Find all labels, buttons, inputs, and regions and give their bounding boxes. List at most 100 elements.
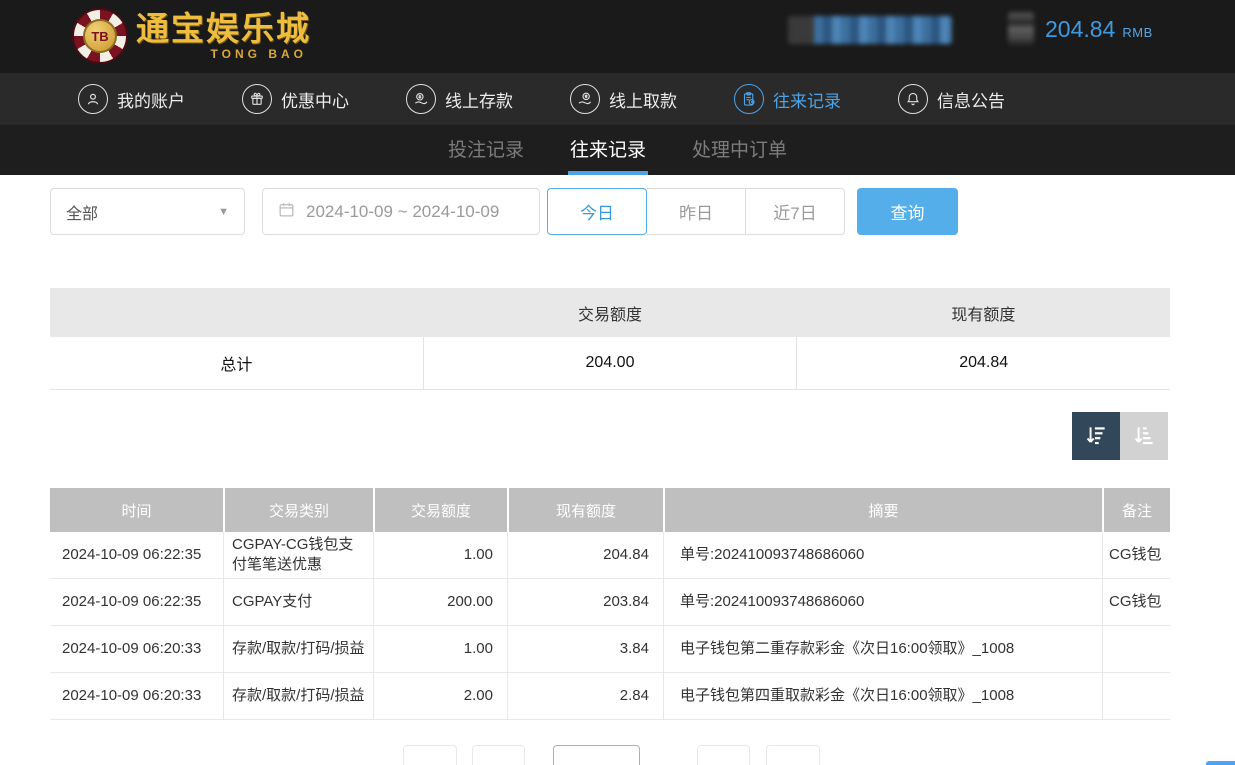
cell-balance: 204.84 <box>507 532 663 578</box>
yesterday-button[interactable]: 昨日 <box>647 188 746 235</box>
cell-time: 2024-10-09 06:20:33 <box>50 626 223 672</box>
records-header-row: 时间 交易类别 交易额度 现有额度 摘要 备注 <box>50 488 1170 532</box>
nav-item-transaction-records[interactable]: 往来记录 <box>734 84 841 114</box>
pagination-button[interactable] <box>403 745 457 765</box>
cell-summary: 电子钱包第四重取款彩金《次日16:00领取》_1008 <box>663 673 1102 719</box>
user-icon <box>78 84 108 114</box>
balance-currency: RMB <box>1122 25 1152 40</box>
sub-nav: 投注记录 往来记录 处理中订单 <box>0 125 1235 175</box>
cell-amount: 1.00 <box>373 626 507 672</box>
summary-header-transaction-amount: 交易额度 <box>423 288 796 337</box>
nav-label: 线上取款 <box>609 87 677 112</box>
page: TB 通宝娱乐城 TONG BAO 204.84 RMB 我的账户 <box>0 0 1235 765</box>
summary-total-row: 总计 204.00 204.84 <box>50 337 1170 390</box>
cell-note <box>1102 673 1170 719</box>
content-area: 全部 ▼ 2024-10-09 ~ 2024-10-09 今日 昨日 近7日 查… <box>0 175 1235 765</box>
tab-processing-orders[interactable]: 处理中订单 <box>690 125 789 175</box>
logo-title: 通宝娱乐城 <box>136 12 311 45</box>
cell-summary: 单号:202410093748686060 <box>663 579 1102 625</box>
pagination-button[interactable] <box>472 745 525 765</box>
nav-label: 我的账户 <box>117 87 185 112</box>
table-row: 2024-10-09 06:20:33 存款/取款/打码/损益 1.00 3.8… <box>50 626 1170 673</box>
nav-label: 往来记录 <box>773 87 841 112</box>
cell-note: CG钱包 <box>1102 532 1170 578</box>
summary-total-label: 总计 <box>50 337 423 389</box>
cell-time: 2024-10-09 06:22:35 <box>50 579 223 625</box>
cell-summary: 电子钱包第二重存款彩金《次日16:00领取》_1008 <box>663 626 1102 672</box>
nav-label: 信息公告 <box>937 87 1005 112</box>
date-range-picker[interactable]: 2024-10-09 ~ 2024-10-09 <box>262 188 540 235</box>
table-row: 2024-10-09 06:22:35 CGPAY支付 200.00 203.8… <box>50 579 1170 626</box>
cell-amount: 200.00 <box>373 579 507 625</box>
col-header-amount: 交易额度 <box>373 488 507 532</box>
cell-balance: 2.84 <box>507 673 663 719</box>
cell-amount: 1.00 <box>373 532 507 578</box>
summary-header-current-amount: 现有额度 <box>797 288 1170 337</box>
nav-item-announcements[interactable]: 信息公告 <box>898 84 1005 114</box>
account-balance: 204.84 RMB <box>1045 16 1153 43</box>
cell-time: 2024-10-09 06:22:35 <box>50 532 223 578</box>
cell-category: 存款/取款/打码/损益 <box>223 626 373 672</box>
nav-label: 优惠中心 <box>281 87 349 112</box>
col-header-balance: 现有额度 <box>507 488 663 532</box>
chevron-down-icon: ▼ <box>218 206 229 218</box>
date-range-value: 2024-10-09 ~ 2024-10-09 <box>306 202 499 222</box>
wallet-icon-redacted <box>1008 12 1034 45</box>
pagination-button[interactable] <box>697 745 750 765</box>
records-table: 时间 交易类别 交易额度 现有额度 摘要 备注 2024-10-09 06:22… <box>50 488 1170 720</box>
table-row: 2024-10-09 06:20:33 存款/取款/打码/损益 2.00 2.8… <box>50 673 1170 720</box>
summary-header-empty <box>50 288 423 337</box>
nav-item-online-deposit[interactable]: 线上存款 <box>406 84 513 114</box>
top-header: TB 通宝娱乐城 TONG BAO 204.84 RMB <box>0 0 1235 73</box>
nav-label: 线上存款 <box>445 87 513 112</box>
cell-time: 2024-10-09 06:20:33 <box>50 673 223 719</box>
nav-item-promotions[interactable]: 优惠中心 <box>242 84 349 114</box>
cell-category: 存款/取款/打码/损益 <box>223 673 373 719</box>
username-redacted[interactable] <box>788 16 952 44</box>
col-header-summary: 摘要 <box>663 488 1102 532</box>
last-7-days-button[interactable]: 近7日 <box>746 188 845 235</box>
pagination-button[interactable] <box>766 745 820 765</box>
poker-chip-icon: TB <box>72 8 128 64</box>
nav-item-my-account[interactable]: 我的账户 <box>78 84 185 114</box>
search-button[interactable]: 查询 <box>857 188 958 235</box>
cell-summary: 单号:202410093748686060 <box>663 532 1102 578</box>
sort-ascending-button[interactable] <box>1120 412 1168 460</box>
pagination-current-page[interactable] <box>553 745 640 765</box>
col-header-note: 备注 <box>1102 488 1170 532</box>
type-select-value: 全部 <box>66 200 218 224</box>
cell-category: CGPAY支付 <box>223 579 373 625</box>
deposit-icon <box>406 84 436 114</box>
type-select[interactable]: 全部 ▼ <box>50 188 245 235</box>
sort-controls <box>1072 412 1168 460</box>
main-nav: 我的账户 优惠中心 线上存款 <box>0 73 1235 125</box>
floating-widget-cutoff[interactable] <box>1206 761 1235 765</box>
col-header-category: 交易类别 <box>223 488 373 532</box>
tab-betting-records[interactable]: 投注记录 <box>446 125 526 175</box>
cell-amount: 2.00 <box>373 673 507 719</box>
summary-table: 交易额度 现有额度 总计 204.00 204.84 <box>50 288 1170 390</box>
site-logo[interactable]: TB 通宝娱乐城 TONG BAO <box>72 8 311 64</box>
cell-balance: 203.84 <box>507 579 663 625</box>
bell-icon <box>898 84 928 114</box>
pagination-bar <box>0 745 1235 765</box>
username-blurred-text <box>814 16 952 44</box>
summary-header-row: 交易额度 现有额度 <box>50 288 1170 337</box>
balance-amount: 204.84 <box>1045 16 1115 43</box>
table-row: 2024-10-09 06:22:35 CGPAY-CG钱包支付笔笔送优惠 1.… <box>50 532 1170 579</box>
nav-item-online-withdraw[interactable]: 线上取款 <box>570 84 677 114</box>
calendar-icon <box>277 200 296 224</box>
cell-category: CGPAY-CG钱包支付笔笔送优惠 <box>223 532 373 578</box>
today-button[interactable]: 今日 <box>547 188 647 235</box>
records-icon <box>734 84 764 114</box>
cell-balance: 3.84 <box>507 626 663 672</box>
summary-transaction-amount: 204.00 <box>423 337 797 389</box>
withdraw-icon <box>570 84 600 114</box>
col-header-time: 时间 <box>50 488 223 532</box>
sort-descending-button[interactable] <box>1072 412 1120 460</box>
user-icon-redacted <box>788 16 814 44</box>
chip-monogram: TB <box>83 19 117 53</box>
logo-subtitle: TONG BAO <box>136 48 311 60</box>
gift-icon <box>242 84 272 114</box>
tab-transaction-records[interactable]: 往来记录 <box>568 125 648 175</box>
